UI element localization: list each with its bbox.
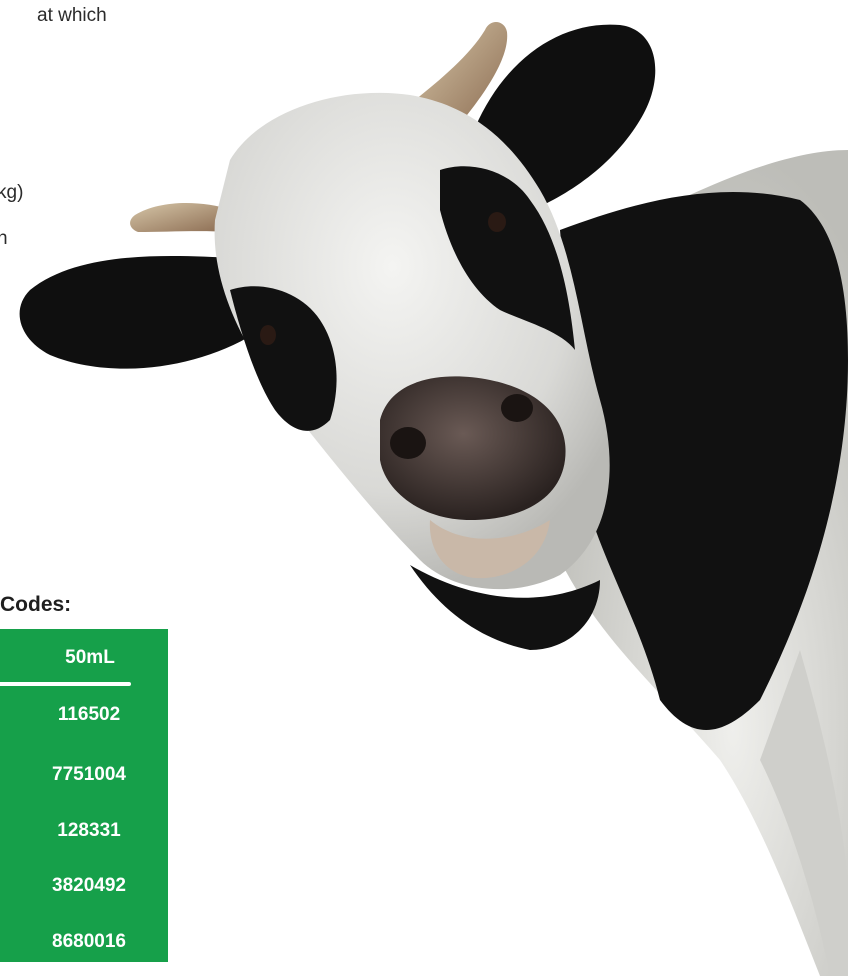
column-header-50ml: 50mL	[65, 647, 115, 668]
header-divider	[0, 682, 131, 686]
codes-table: 50mL 116502 7751004 128331 3820492 86800…	[0, 629, 168, 962]
table-cell: 3820492	[52, 875, 126, 896]
codes-heading: Codes:	[0, 593, 72, 616]
table-cell: 116502	[57, 704, 121, 725]
table-cell: 128331	[57, 820, 121, 841]
table-cell: 7751004	[52, 764, 126, 785]
table-cell: 8680016	[52, 931, 126, 952]
